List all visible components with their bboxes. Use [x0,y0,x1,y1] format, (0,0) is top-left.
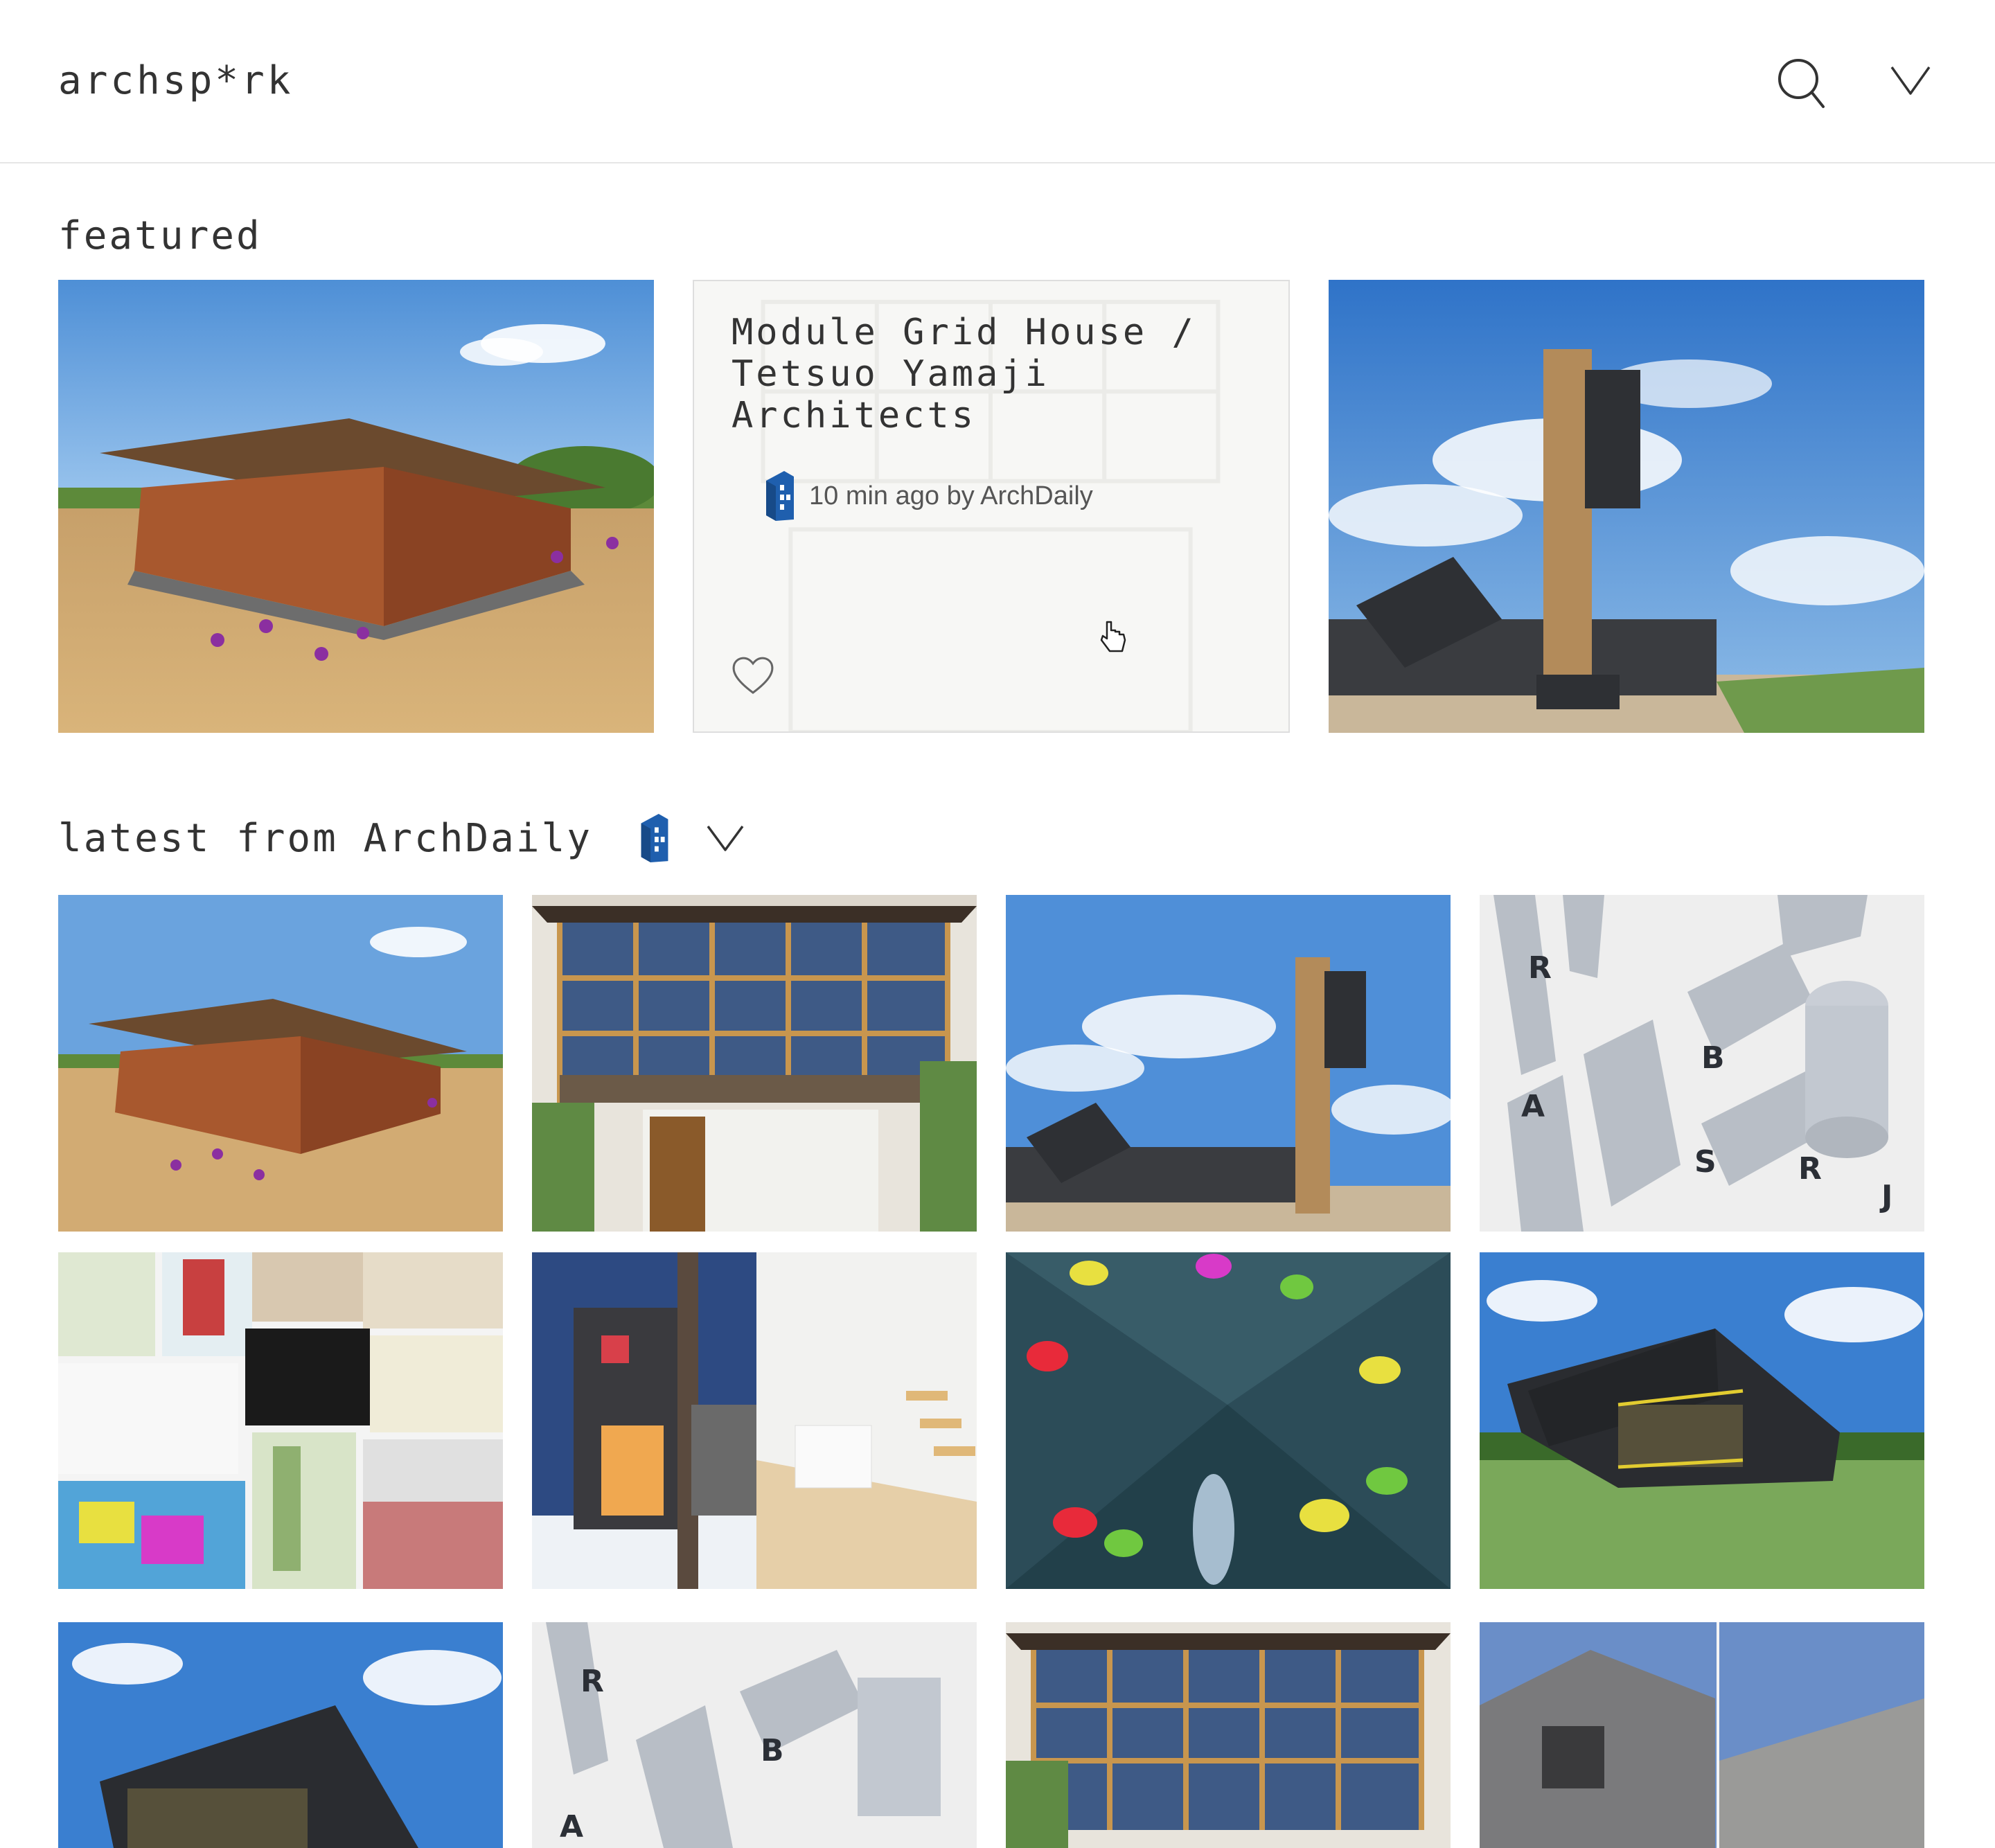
latest-thumb-stone-building[interactable] [1480,1622,1924,1848]
latest-thumb-city-model-2[interactable]: R B A [532,1622,977,1848]
site-logo[interactable]: archsp*rk [58,58,293,103]
svg-text:A: A [1521,1089,1545,1124]
latest-thumb-city-model[interactable]: R A B S R J [1480,895,1924,1232]
featured-image-school[interactable] [58,280,654,733]
latest-thumb-tower[interactable] [1006,895,1451,1232]
latest-thumb-tree-house[interactable] [532,1252,977,1589]
latest-heading-row: latest from ArchDaily [58,809,745,867]
card-timestamp-author: 10 min ago by ArchDaily [809,481,1093,510]
search-icon[interactable] [1776,57,1826,109]
svg-text:B: B [1701,1040,1725,1076]
latest-thumb-collage[interactable] [58,1252,503,1589]
archdaily-logo-icon[interactable] [637,812,671,864]
chevron-down-icon[interactable] [1890,64,1931,97]
latest-thumb-black-building-2[interactable] [58,1622,503,1848]
svg-text:J: J [1879,1179,1892,1214]
featured-heading: featured [58,213,262,258]
svg-text:R: R [1528,950,1552,986]
latest-thumb-school[interactable] [58,895,503,1232]
svg-text:A: A [560,1809,583,1845]
latest-thumb-module-grid-house[interactable] [532,895,977,1232]
latest-thumb-play-space[interactable] [1006,1252,1451,1589]
card-meta: 10 min ago by ArchDaily [763,470,1093,522]
card-title[interactable]: Module Grid House / Tetsuo Yamaji Archit… [732,312,1258,436]
chevron-down-icon[interactable] [706,823,745,853]
heart-icon[interactable] [730,654,776,695]
latest-heading: latest from ArchDaily [58,815,593,861]
latest-thumb-black-building[interactable] [1480,1252,1924,1589]
svg-text:S: S [1694,1144,1717,1180]
pointer-cursor-icon [1100,621,1126,652]
svg-text:R: R [1798,1151,1822,1187]
archdaily-logo-icon [766,471,794,521]
featured-image-tower[interactable] [1329,280,1924,733]
latest-thumb-module-grid-house-2[interactable] [1006,1622,1451,1848]
featured-card-module-grid-house[interactable]: Module Grid House / Tetsuo Yamaji Archit… [693,280,1290,733]
top-bar: archsp*rk [0,0,1995,163]
svg-text:B: B [761,1733,784,1768]
svg-text:R: R [580,1664,604,1699]
